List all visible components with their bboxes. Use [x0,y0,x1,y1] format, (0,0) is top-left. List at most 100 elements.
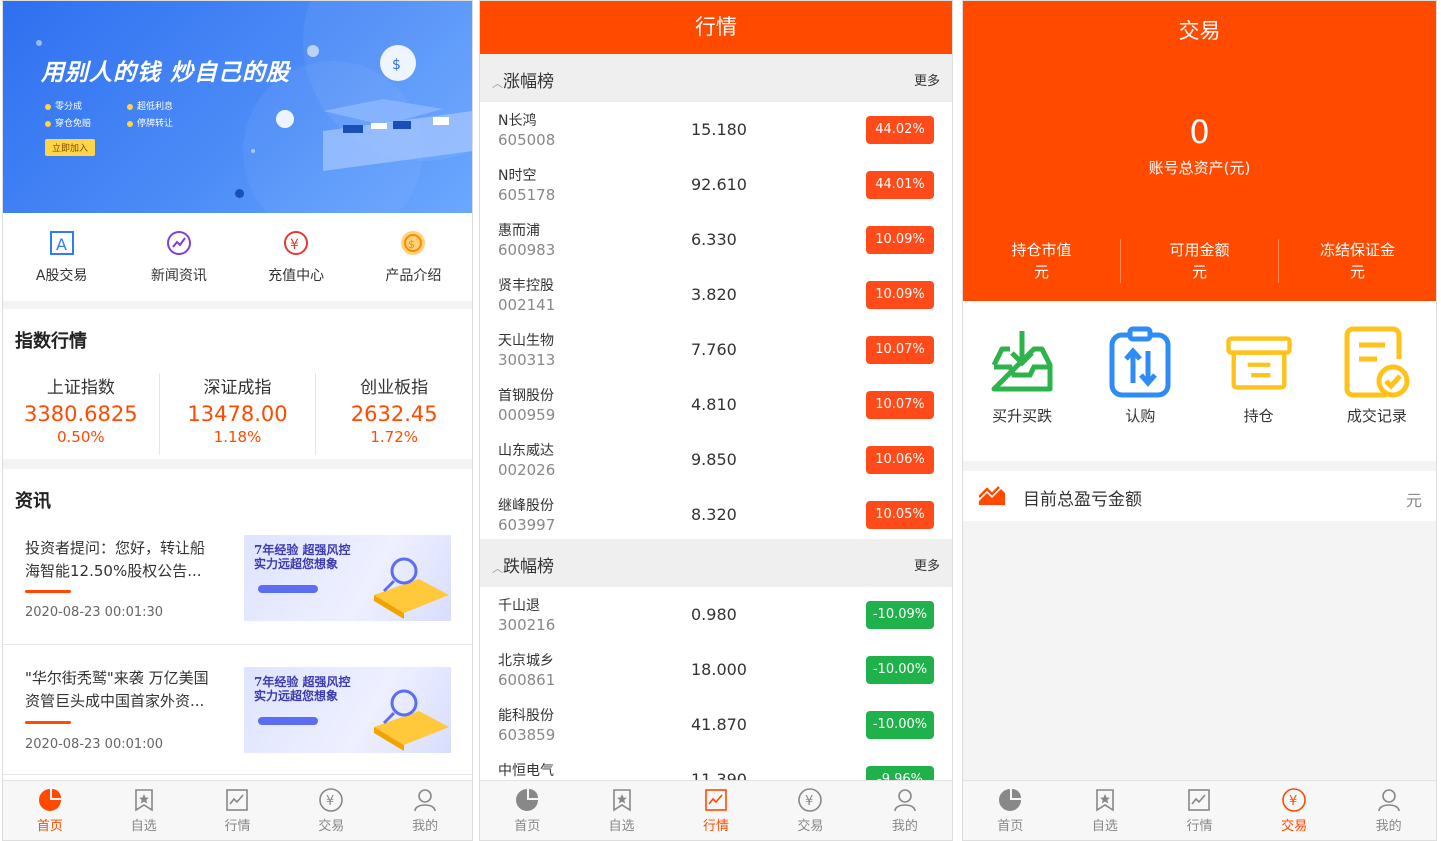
tab-trade[interactable]: ¥ 交易 [763,781,857,840]
index-card[interactable]: 上证指数 3380.6825 0.50% [3,373,160,455]
stat-label: 持仓市值 [1011,241,1072,259]
tab-market[interactable]: 行情 [669,781,763,840]
tab-label: 我的 [412,819,439,834]
bottom-tab-bar: 首页 自选 行情 ¥ 交易 我的 [480,780,952,840]
stock-row[interactable]: 首钢股份 000959 4.810 10.07% [480,377,952,432]
quick-link-product[interactable]: $ 产品介绍 [355,213,472,301]
stock-row[interactable]: 天山生物 300313 7.760 10.07% [480,322,952,377]
product-icon: $ [401,231,426,255]
tab-market[interactable]: 行情 [1152,781,1247,840]
index-card[interactable]: 深证成指 13478.00 1.18% [160,373,317,455]
index-name: 上证指数 [46,378,115,398]
tab-favorites[interactable]: 自选 [1058,781,1153,840]
stock-price: 6.330 [691,230,737,249]
action-label: 认购 [1125,407,1156,425]
stock-row[interactable]: N长鸿 605008 15.180 44.02% [480,102,952,157]
tab-home[interactable]: 首页 [480,781,574,840]
tab-label: 首页 [997,819,1024,834]
stock-row[interactable]: 继峰股份 603997 8.320 10.05% [480,487,952,542]
user-icon [894,789,916,812]
losers-title[interactable]: ︿跌幅榜 [492,552,554,577]
stock-price: 3.820 [691,285,737,304]
stock-name: 继峰股份 [498,498,554,514]
banner-feature: 穿仓免赔 [45,116,91,129]
change-badge: 44.02% [866,116,934,144]
pnl-unit: 元 [1405,491,1422,510]
tab-label: 自选 [608,819,635,834]
stock-name: 能科股份 [498,708,554,724]
favorites-icon [612,789,631,812]
stock-name: 中恒电气 [498,763,554,779]
tab-trade[interactable]: ¥ 交易 [284,781,378,840]
stock-code: 002026 [498,461,556,479]
tab-favorites[interactable]: 自选 [574,781,668,840]
tab-trade[interactable]: ¥ 交易 [1247,781,1342,840]
tab-label: 交易 [318,819,345,834]
tab-home[interactable]: 首页 [3,781,97,840]
trade-screen: 交易 0 账号总资产(元) 持仓市值元 可用金额元 冻结保证金元 买升买跌 认购… [962,0,1437,841]
quick-link-recharge[interactable]: ¥ 充值中心 [238,213,355,301]
stock-row[interactable]: 能科股份 603859 41.870 -10.00% [480,697,952,752]
action-buy-up-down[interactable]: 买升买跌 [963,301,1081,461]
stock-row[interactable]: 千山退 300216 0.980 -10.09% [480,587,952,642]
pie-chart-icon [999,789,1022,811]
market-chart-icon [1188,789,1211,811]
tab-mine[interactable]: 我的 [858,781,952,840]
section-title: 资讯 [15,491,51,512]
action-subscribe[interactable]: 认购 [1081,301,1199,461]
total-assets-label: 账号总资产(元) [1148,159,1251,177]
stock-name: 惠而浦 [498,223,540,239]
stock-row[interactable]: N时空 605178 92.610 44.01% [480,157,952,212]
tab-favorites[interactable]: 自选 [97,781,191,840]
page-title: 行情 [480,1,952,54]
tab-mine[interactable]: 我的 [1341,781,1436,840]
pie-chart-icon [38,789,61,811]
index-card[interactable]: 创业板指 2632.45 1.72% [316,373,472,455]
stat-label: 冻结保证金 [1319,241,1395,259]
gainers-title[interactable]: ︿涨幅榜 [492,67,554,92]
change-badge: 44.01% [866,171,934,199]
news-item[interactable]: "华尔街秃鹫"来袭 万亿美国 资管巨头成中国首家外资... 2020-08-23… [3,645,472,775]
stock-price: 18.000 [691,660,747,679]
index-value: 2632.45 [350,402,438,426]
archive-box-icon [1225,336,1292,390]
quick-link-a-share[interactable]: A A股交易 [3,213,120,301]
stock-price: 0.980 [691,605,737,624]
stock-row[interactable]: 北京城乡 600861 18.000 -10.00% [480,642,952,697]
tab-market[interactable]: 行情 [191,781,285,840]
user-icon [1377,789,1400,812]
quick-link-news[interactable]: 新闻资讯 [120,213,237,301]
tab-label: 自选 [1091,819,1118,834]
stock-price: 9.850 [691,450,737,469]
stock-row[interactable]: 贤丰控股 002141 3.820 10.09% [480,267,952,322]
stock-code: 600861 [498,671,556,689]
tab-mine[interactable]: 我的 [378,781,472,840]
gainers-more-link[interactable]: 更多 [914,70,940,89]
total-pnl-row[interactable]: 目前总盈亏金额 元 [963,471,1436,521]
action-trade-records[interactable]: 成交记录 [1318,301,1436,461]
stock-name: 北京城乡 [498,653,554,669]
index-section: 指数行情 上证指数 3380.6825 0.50% 深证成指 13478.00 … [3,309,472,459]
quick-link-label: 新闻资讯 [150,268,207,284]
action-positions[interactable]: 持仓 [1200,301,1318,461]
change-badge: 10.09% [866,226,934,254]
news-headline-line: 投资者提问：您好，转让船 [25,539,206,557]
news-item[interactable]: 投资者提问：您好，转让船 海智能12.50%股权公告... 2020-08-23… [3,515,472,645]
section-title: 指数行情 [15,331,87,352]
market-chart-icon [705,789,727,811]
stock-row[interactable]: 山东威达 002026 9.850 10.06% [480,432,952,487]
tab-home[interactable]: 首页 [963,781,1058,840]
join-now-button[interactable]: 立即加入 [45,139,96,156]
losers-more-link[interactable]: 更多 [914,555,940,574]
a-share-icon: A [49,231,74,255]
stock-price: 15.180 [691,120,747,139]
svg-text:$: $ [408,238,415,251]
tab-label: 我的 [1375,819,1402,834]
page-title: 交易 [1178,19,1221,43]
stock-code: 605008 [498,131,556,149]
stock-row[interactable]: 惠而浦 600983 6.330 10.09% [480,212,952,267]
promo-banner[interactable]: $ 用别人的钱 炒自己的股 零分成 超低利息 穿仓免赔 停牌转让 立即加入 [3,1,472,213]
list-title-text: 跌幅榜 [503,557,554,577]
carousel-indicator[interactable] [235,189,244,198]
svg-text:¥: ¥ [326,794,334,809]
